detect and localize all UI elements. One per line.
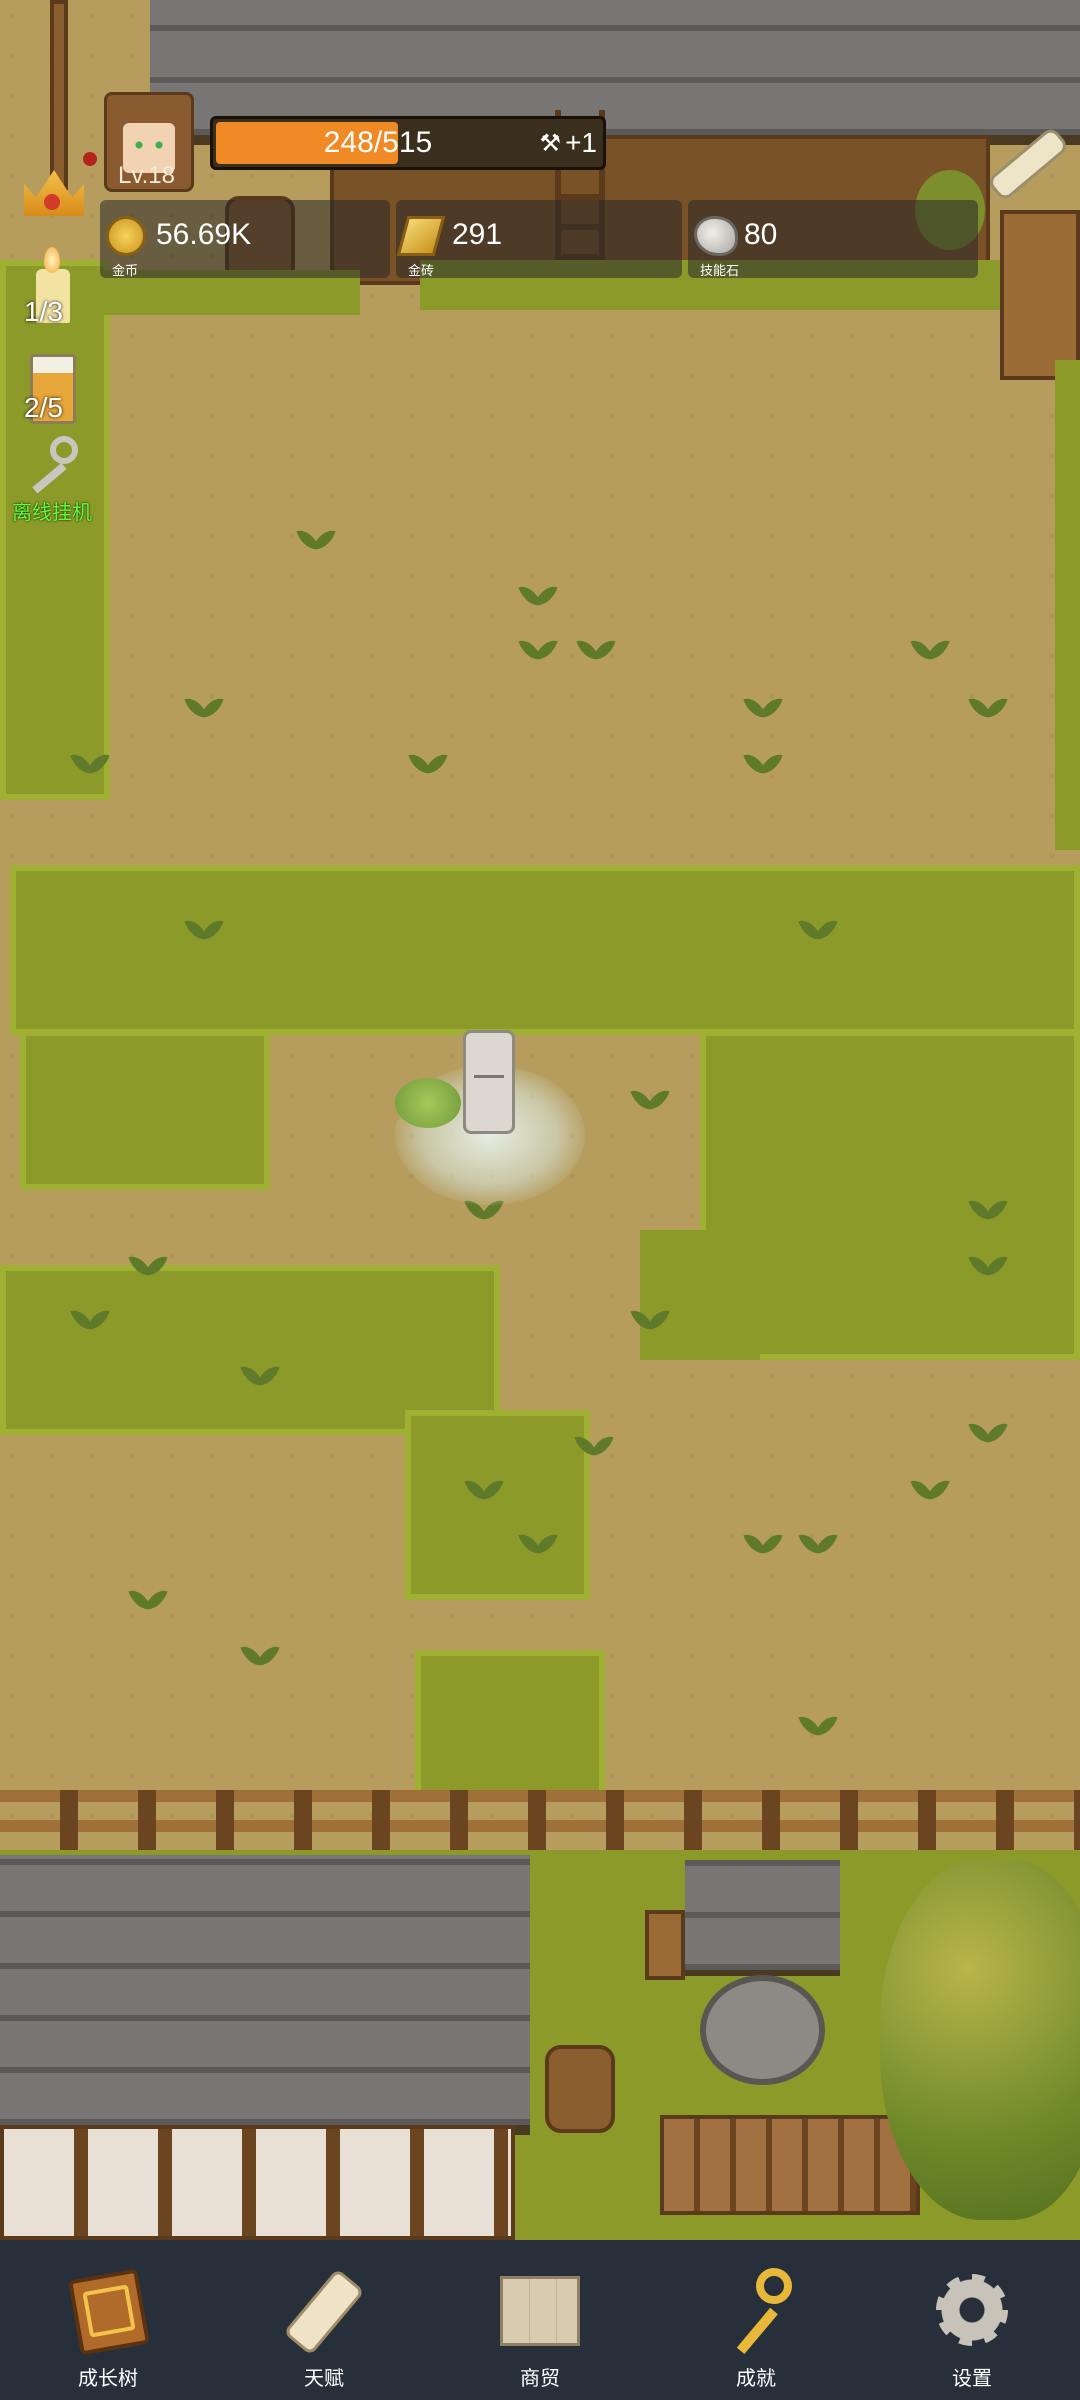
sprout bbox=[970, 1192, 1006, 1222]
sprout bbox=[578, 632, 614, 662]
nav-settings[interactable]: 设置 bbox=[864, 2240, 1080, 2400]
exp-plus[interactable]: ⚒ +1 bbox=[540, 119, 597, 167]
exp-bar: 248/515 ⚒ +1 bbox=[210, 116, 606, 170]
sprout bbox=[72, 1302, 108, 1332]
gold-label: 金币 bbox=[112, 263, 139, 278]
gold-coin-icon bbox=[106, 216, 146, 256]
key-icon bbox=[708, 2262, 804, 2358]
key-icon[interactable] bbox=[20, 436, 88, 496]
bottom-nav: 成长树 天赋 商贸 成就 设置 bbox=[0, 2240, 1080, 2400]
nav-growth-tree[interactable]: 成长树 bbox=[0, 2240, 216, 2400]
sprout bbox=[745, 690, 781, 720]
sprout bbox=[130, 1582, 166, 1612]
skill-stone-label: 技能石 bbox=[700, 263, 740, 278]
sprout bbox=[970, 690, 1006, 720]
gold-brick-icon bbox=[396, 216, 446, 256]
grass-patch bbox=[20, 1030, 270, 1190]
resource-gold-brick: 291 金砖 bbox=[396, 200, 682, 278]
well-roof bbox=[685, 1860, 840, 1976]
sprout bbox=[186, 690, 222, 720]
wooden-cart bbox=[660, 2115, 920, 2215]
player-character[interactable] bbox=[463, 1030, 515, 1134]
gold-value: 56.69K bbox=[156, 218, 252, 251]
grass-patch bbox=[640, 1230, 760, 1360]
nav-trade[interactable]: 商贸 bbox=[432, 2240, 648, 2400]
sprout bbox=[745, 1526, 781, 1556]
bottom-building-roof bbox=[0, 1855, 530, 2135]
sprout bbox=[72, 746, 108, 776]
sprout bbox=[800, 1708, 836, 1738]
resource-gold: 56.69K 金币 bbox=[100, 200, 390, 278]
candle-count: 1/3 bbox=[24, 296, 63, 327]
player-level: Lv.18 bbox=[118, 162, 175, 189]
map-icon bbox=[492, 2262, 588, 2358]
grass-patch bbox=[415, 1650, 605, 1800]
exp-plus-label: +1 bbox=[565, 127, 597, 158]
avatar-eyes bbox=[133, 141, 165, 149]
sprout bbox=[576, 1428, 612, 1458]
water-bucket bbox=[645, 1910, 685, 1980]
nav-label: 成就 bbox=[736, 2368, 776, 2390]
crown-icon[interactable] bbox=[20, 160, 88, 224]
grass-patch bbox=[405, 1410, 590, 1600]
nav-label: 设置 bbox=[952, 2368, 992, 2390]
sprout bbox=[632, 1082, 668, 1112]
sprout bbox=[242, 1358, 278, 1388]
nav-talent[interactable]: 天赋 bbox=[216, 2240, 432, 2400]
cabbage bbox=[395, 1078, 461, 1128]
beer-count: 2/5 bbox=[24, 392, 63, 423]
scroll-icon bbox=[276, 2262, 372, 2358]
skill-stone-value: 80 bbox=[744, 218, 778, 251]
hammer-icon: ⚒ bbox=[539, 129, 562, 157]
skill-stone-icon bbox=[694, 216, 738, 256]
sprout bbox=[410, 746, 446, 776]
sprout bbox=[632, 1302, 668, 1332]
sprout bbox=[520, 578, 556, 608]
sprout bbox=[520, 1526, 556, 1556]
resource-skill-stone: 80 技能石 bbox=[688, 200, 978, 278]
wooden-fence bbox=[0, 1790, 1080, 1850]
sprout bbox=[970, 1415, 1006, 1445]
sprout bbox=[186, 912, 222, 942]
exp-text: 248/515 bbox=[323, 126, 433, 159]
sprout bbox=[242, 1638, 278, 1668]
sprout bbox=[745, 746, 781, 776]
sprout bbox=[800, 1526, 836, 1556]
gold-brick-value: 291 bbox=[452, 218, 503, 251]
grass-patch bbox=[0, 260, 110, 800]
idle-mode-label[interactable]: 离线挂机 bbox=[12, 496, 92, 525]
nav-label: 商贸 bbox=[520, 2368, 560, 2390]
sprout bbox=[800, 912, 836, 942]
gear-icon bbox=[924, 2262, 1020, 2358]
book-icon bbox=[60, 2262, 156, 2358]
bottom-building-wall bbox=[0, 2125, 515, 2240]
sprout bbox=[912, 632, 948, 662]
tree bbox=[880, 1860, 1080, 2220]
sprout bbox=[912, 1472, 948, 1502]
gold-brick-label: 金砖 bbox=[408, 263, 435, 278]
nav-achievement[interactable]: 成就 bbox=[648, 2240, 864, 2400]
sprout bbox=[466, 1472, 502, 1502]
sprout bbox=[970, 1248, 1006, 1278]
barrel bbox=[545, 2045, 615, 2133]
sprout bbox=[520, 632, 556, 662]
grass-patch bbox=[1055, 360, 1080, 850]
stone-well bbox=[700, 1975, 825, 2085]
sprout bbox=[130, 1248, 166, 1278]
nav-label: 天赋 bbox=[304, 2368, 344, 2390]
game-map[interactable] bbox=[0, 0, 1080, 2240]
nav-label: 成长树 bbox=[78, 2368, 138, 2390]
grass-patch bbox=[10, 865, 1080, 1035]
right-hut bbox=[1000, 210, 1080, 380]
sprout bbox=[298, 522, 334, 552]
